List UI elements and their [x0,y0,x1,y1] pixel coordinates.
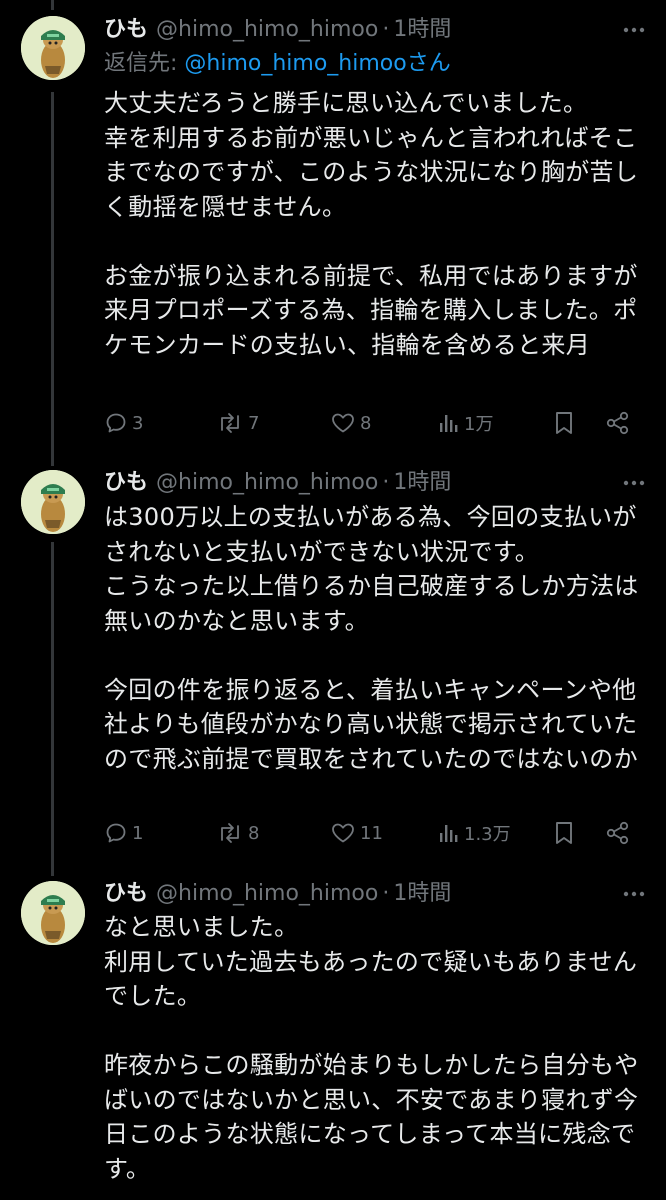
views-button[interactable]: 1万 [438,407,493,439]
heart-icon [332,413,354,433]
view-count: 1.3万 [464,824,511,845]
more-icon [623,891,645,897]
share-icon [606,411,629,435]
reply-icon [106,413,126,433]
reply-button[interactable]: 1 [104,817,143,849]
reply-count: 1 [132,822,144,844]
more-button[interactable] [620,16,648,44]
repost-count: 8 [248,822,260,844]
bookmark-icon [556,822,572,844]
post[interactable]: ひも @himo_himo_himoo · 1時間 なと思いました。 利用してい… [0,876,666,1200]
post[interactable]: ひも @himo_himo_himoo · 1時間 は300万以上の支払いがある… [0,465,666,865]
display-name[interactable]: ひも [104,465,148,501]
share-icon [606,821,629,845]
reply-count: 3 [132,412,144,434]
repost-button[interactable]: 8 [216,817,259,849]
post-text: なと思いました。 利用していた過去もあったので疑いもありませんでした。 昨夜から… [104,913,639,1183]
repost-count: 7 [248,412,260,434]
bookmark-button[interactable] [548,407,580,439]
action-bar: 3 7 8 1万 [104,407,636,439]
view-count: 1万 [464,414,494,435]
separator: · [382,470,390,495]
avatar[interactable] [21,881,85,945]
avatar[interactable] [21,16,85,80]
more-button[interactable] [620,880,648,908]
views-button[interactable]: 1.3万 [438,817,511,849]
post-header: ひも @himo_himo_himoo · 1時間 [104,12,451,48]
repost-icon [221,823,239,843]
avatar-image [21,16,85,80]
post-header: ひも @himo_himo_himoo · 1時間 [104,465,451,501]
avatar[interactable] [21,470,85,534]
like-count: 8 [360,412,372,434]
timestamp[interactable]: 1時間 [393,876,451,912]
separator: · [382,17,390,42]
more-button[interactable] [620,469,648,497]
like-button[interactable]: 8 [330,407,371,439]
bookmark-icon [556,412,572,434]
more-icon [623,27,645,33]
post-text: は300万以上の支払いがある為、今回の支払いがされないと支払いができない状況です… [104,503,639,773]
repost-button[interactable]: 7 [216,407,259,439]
action-bar: 1 8 11 1.3万 [104,817,636,849]
reply-mention-link[interactable]: @himo_himo_himooさん [184,51,450,76]
bookmark-button[interactable] [548,817,580,849]
views-icon [440,825,458,842]
repost-icon [221,413,239,433]
display-name[interactable]: ひも [104,876,148,912]
avatar-image [21,470,85,534]
like-count: 11 [360,822,383,844]
reply-to: 返信先: @himo_himo_himooさん [104,49,451,79]
reply-prefix: 返信先: [104,51,185,76]
post-header: ひも @himo_himo_himoo · 1時間 [104,876,451,912]
user-handle[interactable]: @himo_himo_himoo [156,876,378,912]
display-name[interactable]: ひも [104,12,148,48]
share-button[interactable] [602,407,634,439]
avatar-image [21,881,85,945]
post[interactable]: ひも @himo_himo_himoo · 1時間 返信先: @himo_him… [0,12,666,452]
views-icon [440,415,458,432]
reply-icon [106,823,126,843]
user-handle[interactable]: @himo_himo_himoo [156,465,378,501]
timestamp[interactable]: 1時間 [393,465,451,501]
like-button[interactable]: 11 [330,817,383,849]
heart-icon [332,823,354,843]
reply-button[interactable]: 3 [104,407,143,439]
more-icon [623,480,645,486]
thread-line [51,0,54,10]
user-handle[interactable]: @himo_himo_himoo [156,12,378,48]
separator: · [382,881,390,906]
post-text: 大丈夫だろうと勝手に思い込んでいました。 幸を利用するお前が悪いじゃんと言われれ… [104,89,639,359]
share-button[interactable] [602,817,634,849]
timestamp[interactable]: 1時間 [393,12,451,48]
